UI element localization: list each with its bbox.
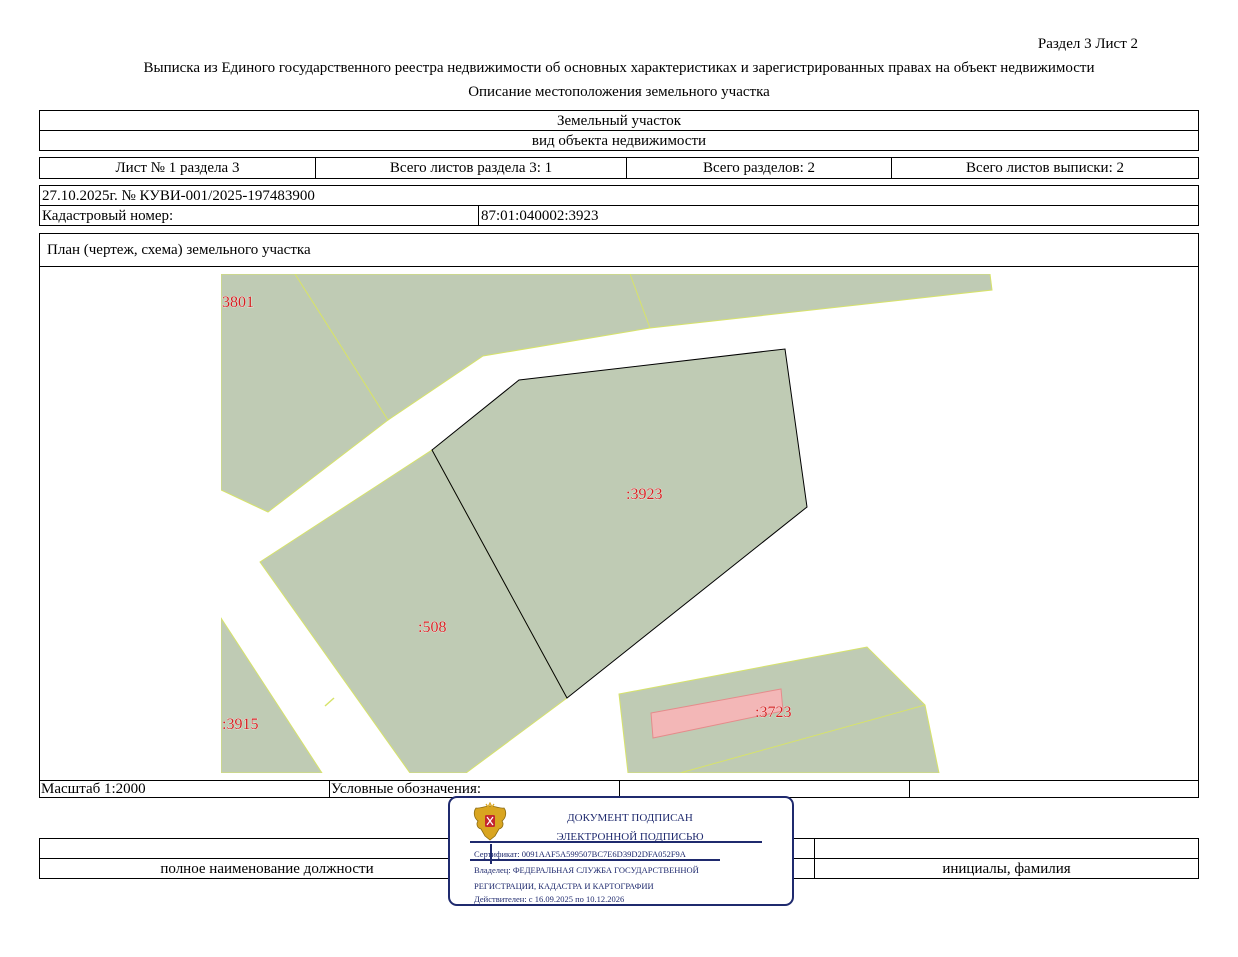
name-caption-cell: инициалы, фамилия xyxy=(814,858,1199,879)
stamp-rule-mid xyxy=(470,859,720,861)
name-caption: инициалы, фамилия xyxy=(942,861,1071,877)
e-signature-stamp: ДОКУМЕНТ ПОДПИСАН ЭЛЕКТРОННОЙ ПОДПИСЬЮ С… xyxy=(448,796,794,906)
position-caption: полное наименование должности xyxy=(160,861,374,877)
conventions: Условные обозначения: xyxy=(331,781,482,797)
coat-of-arms-icon xyxy=(473,802,507,841)
stamp-owner-1: Владелец: ФЕДЕРАЛЬНАЯ СЛУЖБА ГОСУДАРСТВЕ… xyxy=(474,865,699,875)
parcel-3915 xyxy=(221,617,323,773)
label-3801: 3801 xyxy=(222,294,254,311)
conventions-empty-cell-2 xyxy=(909,780,1199,798)
label-508: :508 xyxy=(418,619,446,636)
label-3915: :3915 xyxy=(222,716,258,733)
stamp-line-2: ЭЛЕКТРОННОЙ ПОДПИСЬЮ xyxy=(556,831,704,843)
stamp-line-1: ДОКУМЕНТ ПОДПИСАН xyxy=(567,812,693,824)
scale: Масштаб 1:2000 xyxy=(41,781,146,797)
stamp-validity: Действителен: с 16.09.2025 по 10.12.2026 xyxy=(474,894,625,904)
scale-cell: Масштаб 1:2000 xyxy=(39,780,330,798)
stamp-owner-2: РЕГИСТРАЦИИ, КАДАСТРА И КАРТОГРАФИИ xyxy=(474,881,654,891)
label-3723: :3723 xyxy=(755,704,791,721)
signature-blank-right xyxy=(814,838,1199,859)
label-3923: :3923 xyxy=(626,486,662,503)
stamp-certificate: Сертификат: 0091AAF5A599507BC7E6D39D2DFA… xyxy=(474,849,686,859)
